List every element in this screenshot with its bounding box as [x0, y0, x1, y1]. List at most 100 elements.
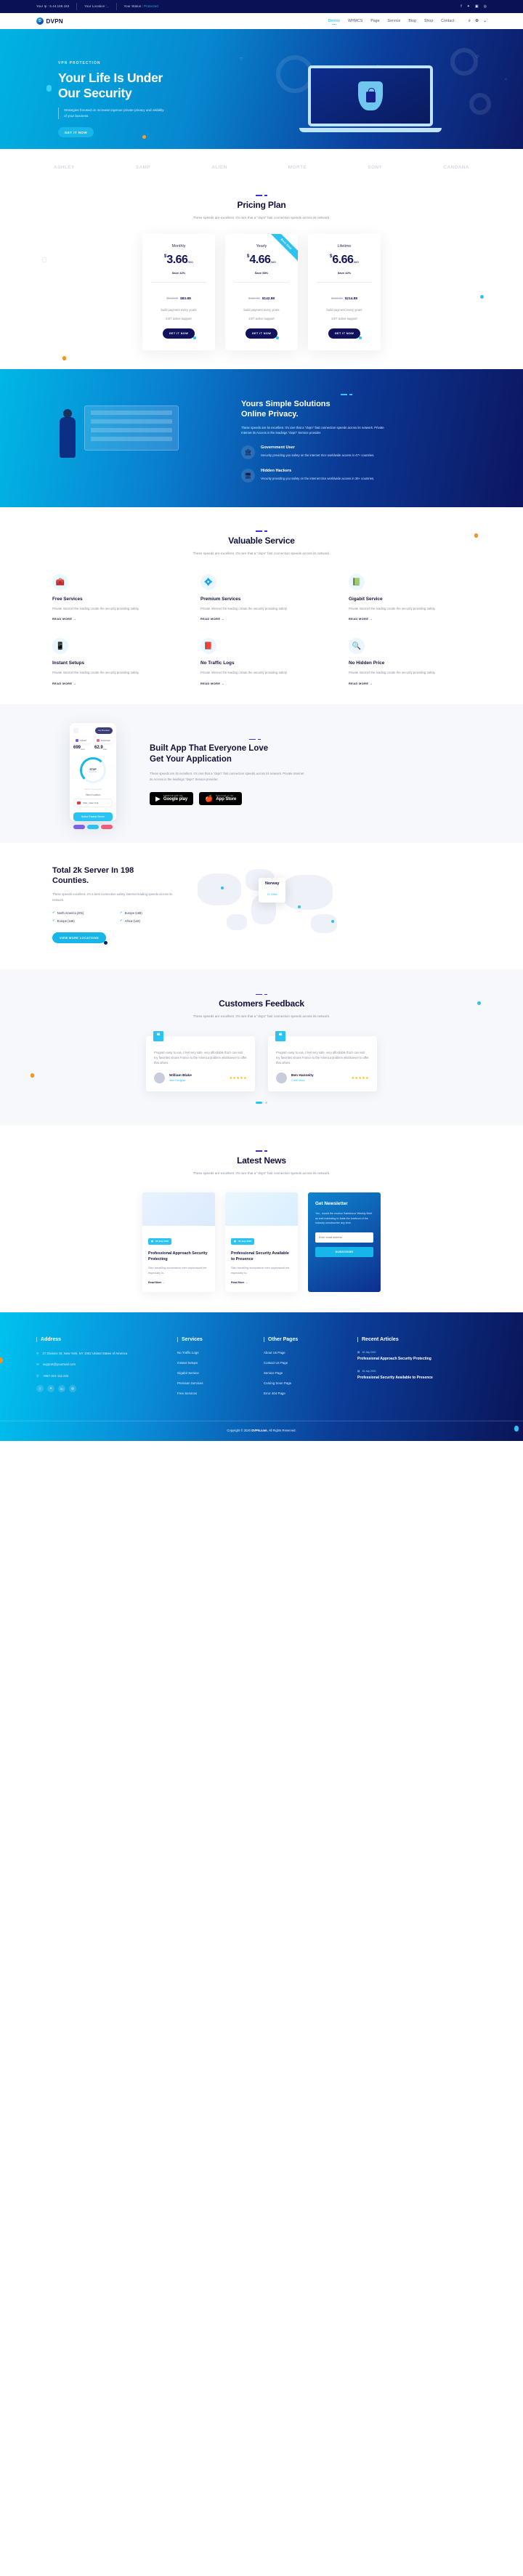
- news-card[interactable]: ▤ 18 July 2020 Professional Approach Secu…: [142, 1192, 215, 1292]
- footer-article[interactable]: ▤ 18 July 2020 Professional Security Avai…: [357, 1370, 481, 1381]
- footer-email-row[interactable]: ✉ support@yourmail.com: [36, 1362, 167, 1368]
- plan-cta-button[interactable]: GET IT NOW: [328, 328, 362, 339]
- footer-article[interactable]: ▤ 18 July 2020 Professional Approach Secu…: [357, 1351, 481, 1362]
- instagram-icon[interactable]: ◎: [69, 1385, 76, 1393]
- news-date-badge: ▤ 18 July 2020: [148, 1237, 172, 1245]
- location-label: Your Location : ,: [77, 3, 117, 10]
- connection-stop-button[interactable]: STOP 00:06:30: [80, 757, 106, 783]
- map-pin-icon[interactable]: [221, 886, 224, 889]
- news-read-more-link[interactable]: Read More →: [231, 1281, 292, 1284]
- view-more-locations-button[interactable]: VIEW MORE LOCATIONS: [52, 932, 108, 945]
- footer-link[interactable]: Premium Services: [177, 1381, 254, 1385]
- nav-button-1[interactable]: [73, 825, 85, 829]
- plan-cta-button[interactable]: GET IT NOW: [162, 328, 196, 339]
- pricing-card-monthly: Monthly $3.66/MO Save 42% $143.88 $83.88 …: [142, 234, 215, 350]
- solutions-title: Yours Simple Solutions Online Privacy.: [241, 399, 331, 419]
- footer-link[interactable]: Gigabit Service: [177, 1371, 254, 1375]
- nav-item-demos[interactable]: Demos: [328, 19, 341, 25]
- servers-region-list: ✔ North America (201) ✔ Europe (169) ✔ Euro…: [52, 911, 183, 923]
- app-store-button[interactable]: 🍎 Download on the App Store: [199, 791, 243, 805]
- service-title: Premium Services: [200, 597, 241, 602]
- carousel-dots[interactable]: [36, 1102, 487, 1105]
- footer-column-other-pages: Other Pages About Us Page Contact Us Pag…: [264, 1336, 347, 1402]
- feedback-title: Customers Feedback: [219, 998, 304, 1009]
- footer-link[interactable]: Error 404 Page: [264, 1392, 347, 1395]
- nav-item-page[interactable]: Page: [370, 19, 379, 23]
- map-pin-icon[interactable]: [331, 919, 334, 923]
- nav-item-shop[interactable]: Shop: [424, 19, 433, 23]
- footer-link[interactable]: About Us Page: [264, 1351, 347, 1354]
- nav-item-contact[interactable]: Contact: [441, 19, 454, 23]
- calendar-icon: ▤: [357, 1370, 360, 1373]
- service-read-more-link[interactable]: READ MORE →: [52, 617, 174, 621]
- service-read-more-link[interactable]: READ MORE →: [349, 682, 471, 685]
- select-fastest-server-button[interactable]: Select Fastest Server: [73, 812, 113, 821]
- plan-feature: build payment every years: [243, 308, 280, 312]
- footer-link[interactable]: Service Page: [264, 1371, 347, 1375]
- linkedin-icon[interactable]: in: [58, 1385, 65, 1393]
- footer-link[interactable]: No Traffic Logs: [177, 1351, 254, 1354]
- twitter-icon[interactable]: ✦: [47, 1385, 54, 1393]
- plan-save: Save 42%: [171, 271, 186, 275]
- nav-button-3[interactable]: [101, 825, 113, 829]
- flag-icon: [77, 802, 81, 804]
- newsletter-subscribe-button[interactable]: SUBSCRIBE: [315, 1246, 373, 1257]
- brand-logo[interactable]: D DVPN: [36, 17, 63, 25]
- map-pin-icon[interactable]: [298, 905, 301, 908]
- pricing-section: Pricing Plan These speeds are excellent.…: [36, 176, 487, 369]
- carousel-dot-active[interactable]: [256, 1102, 262, 1105]
- hero-cta-button[interactable]: GET IT NOW: [58, 127, 94, 137]
- location-select[interactable]: USA - New York ⌄: [73, 799, 113, 807]
- facebook-icon[interactable]: f: [36, 1385, 44, 1393]
- twitter-icon[interactable]: ✦: [467, 4, 470, 9]
- footer-link[interactable]: Coming Soon Page: [264, 1381, 347, 1385]
- region-item: ✔ Europe (169): [120, 911, 142, 915]
- section-dash: [36, 195, 487, 196]
- plan-feature: build payment every years: [326, 308, 362, 312]
- deco-diamond-icon: ◇: [505, 77, 508, 81]
- envelope-icon: ✉: [36, 1362, 39, 1367]
- instagram-icon[interactable]: ◎: [484, 4, 487, 9]
- plan-cta-button[interactable]: GET IT NOW: [245, 328, 279, 339]
- footer-column-address: Address ⚲ 27 Division St, New York, NY 1…: [36, 1336, 167, 1402]
- servers-text: These speeds excellent, It's a best conn…: [52, 892, 173, 902]
- feedback-author-role: Web Designer: [169, 1079, 186, 1083]
- service-read-more-link[interactable]: READ MORE →: [200, 617, 323, 621]
- news-subtitle: These speeds are excellent. It's rare th…: [192, 1171, 331, 1175]
- plan-name: Lifetime: [337, 244, 352, 249]
- service-read-more-link[interactable]: READ MORE →: [52, 682, 174, 685]
- deco-dot-orange: [62, 356, 66, 360]
- newsletter-email-input[interactable]: [315, 1232, 373, 1243]
- hero-section: ▽ ✕ ✕ ◇ ◇ VPN PROTECTION: [0, 29, 523, 149]
- nav-item-service[interactable]: Service: [388, 19, 401, 23]
- footer-phone-row[interactable]: ✆ +967-321-111-222: [36, 1373, 167, 1379]
- services-grid: 🧰 Free Services Private Internet the lea…: [36, 574, 487, 685]
- quote-icon: ❝: [275, 1030, 285, 1041]
- footer-link[interactable]: Instant Setups: [177, 1361, 254, 1365]
- feedback-section: Customers Feedback These speeds are exce…: [0, 969, 523, 1126]
- connection-status: Status: Connected: [84, 788, 102, 791]
- go-premium-button[interactable]: Go Premium: [95, 727, 113, 734]
- phone-icon: ✆: [36, 1373, 39, 1378]
- service-card-instant: 📱 Instant Setups Private Internet the le…: [52, 638, 174, 685]
- nav-item-whmcs[interactable]: WHMCS: [348, 19, 362, 23]
- carousel-dot[interactable]: [265, 1102, 267, 1105]
- google-play-button[interactable]: ▶ ANDROID APP ON Google play: [150, 791, 194, 805]
- footer-link[interactable]: Contact Us Page: [264, 1361, 347, 1365]
- deco-triangle-icon: ▽: [240, 57, 243, 62]
- globe-icon[interactable]: ⊕: [475, 18, 479, 24]
- nav-item-blog[interactable]: Blog: [408, 19, 416, 23]
- news-card[interactable]: ▤ 18 July 2020 Professional Security Avai…: [225, 1192, 298, 1292]
- search-icon[interactable]: ⌕: [469, 18, 471, 24]
- footer-link[interactable]: Free Services: [177, 1392, 254, 1395]
- linkedin-icon[interactable]: ▣: [475, 4, 479, 9]
- laptop-illustration: [299, 65, 442, 135]
- service-read-more-link[interactable]: READ MORE →: [349, 617, 471, 621]
- brand-name: DVPN: [46, 17, 63, 25]
- nav-button-2[interactable]: [87, 825, 99, 829]
- service-read-more-link[interactable]: READ MORE →: [200, 682, 323, 685]
- service-text: Private Internet the leading create the …: [52, 607, 139, 610]
- chevron-down-icon[interactable]: ⌄: [483, 18, 487, 24]
- gear-icon: [469, 93, 491, 115]
- news-read-more-link[interactable]: Read More →: [148, 1281, 209, 1284]
